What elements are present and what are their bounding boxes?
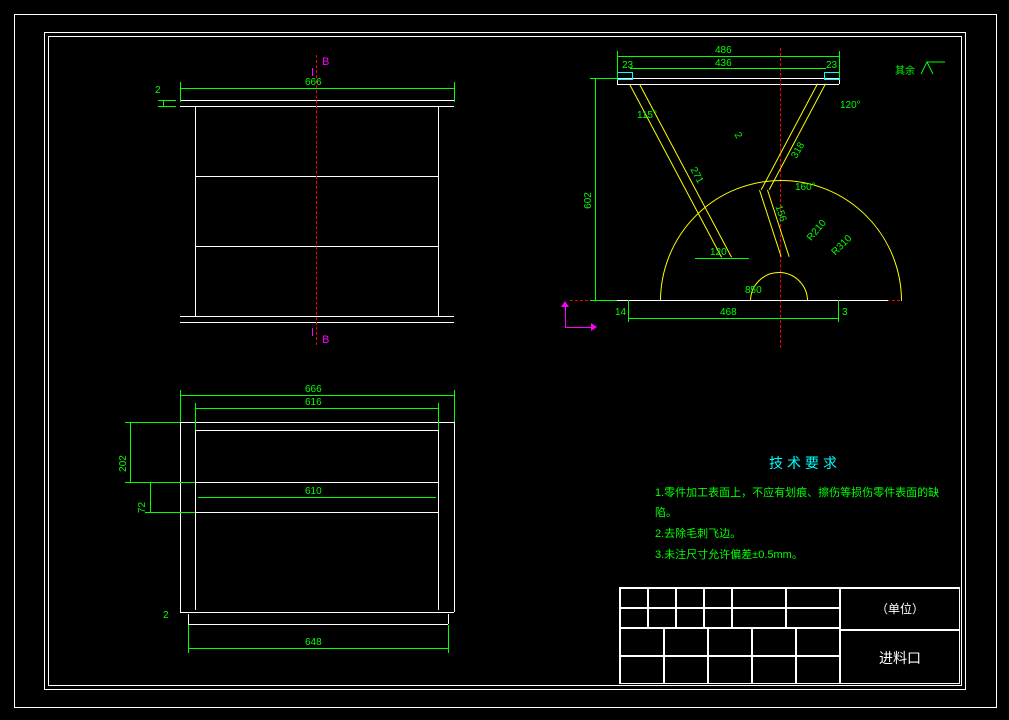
- edge: [180, 422, 454, 423]
- edge: [195, 106, 196, 316]
- dim-line: [628, 318, 838, 319]
- surface-finish-symbol: 其余: [895, 60, 951, 80]
- dim-ext: [617, 51, 618, 78]
- dim-ext: [454, 390, 455, 422]
- section-arrow: [312, 68, 313, 76]
- dim-line: [130, 422, 131, 482]
- edge: [180, 316, 454, 317]
- title-block: （单位） 进料口: [620, 588, 960, 684]
- section-mark-bot: B: [322, 334, 329, 346]
- dim-line: [195, 408, 439, 409]
- section-mark-top: B: [322, 56, 329, 68]
- dim-ext: [195, 403, 196, 430]
- dim-23l: 23: [622, 60, 633, 71]
- dim-line: [158, 106, 176, 107]
- edge: [180, 322, 454, 323]
- dim-line: [188, 648, 448, 649]
- dim-120: 120: [710, 247, 727, 258]
- drawing-canvas: 666 2 B B 666 616 610: [0, 0, 1009, 720]
- section-arrow: [312, 328, 313, 336]
- dim-ext: [180, 390, 181, 422]
- edge: [617, 84, 839, 85]
- angle-160: 160°: [795, 182, 816, 193]
- edge: [188, 624, 448, 625]
- dim-468: 468: [720, 307, 737, 318]
- req-1: 1.零件加工表面上，不应有划痕、擦伤等损伤零件表面的缺陷。: [655, 483, 955, 525]
- dim-line: [595, 78, 596, 300]
- dim-648: 648: [305, 637, 322, 648]
- dim-line: [180, 88, 454, 89]
- req-2: 2.去除毛刺飞边。: [655, 524, 955, 545]
- part-name: 进料口: [840, 648, 960, 668]
- dim-ext: [188, 625, 189, 653]
- dim-line: [695, 258, 749, 259]
- dim-ext: [145, 512, 195, 513]
- dim-2b: 2: [163, 610, 169, 621]
- edge: [195, 430, 196, 610]
- dim-line: [198, 497, 436, 498]
- dim-850: 850: [745, 285, 762, 296]
- dim-ext: [438, 403, 439, 430]
- edge: [195, 430, 439, 431]
- dim-436: 436: [715, 58, 732, 69]
- edge: [195, 246, 439, 247]
- edge: [448, 614, 449, 624]
- dim-666b: 666: [305, 384, 322, 395]
- edge: [195, 482, 439, 483]
- tech-title: 技术要求: [655, 450, 955, 477]
- edge: [195, 176, 439, 177]
- dim-486: 486: [715, 45, 732, 56]
- edge: [195, 512, 439, 513]
- dim-ext: [628, 300, 629, 322]
- base-edge: [608, 300, 888, 301]
- unit-label: （单位）: [840, 600, 960, 617]
- dim-610: 610: [305, 486, 322, 497]
- dim-ext: [839, 51, 840, 78]
- dim-line: [180, 395, 454, 396]
- dim-666: 666: [305, 77, 322, 88]
- dim-line: [150, 482, 151, 512]
- dim-23r: 23: [826, 60, 837, 71]
- tech-requirements: 技术要求 1.零件加工表面上，不应有划痕、擦伤等损伤零件表面的缺陷。 2.去除毛…: [655, 450, 955, 566]
- dim-ext: [180, 82, 181, 102]
- angle-120: 120°: [840, 100, 861, 111]
- req-3: 3.未注尺寸允许偏差±0.5mm。: [655, 545, 955, 566]
- edge: [180, 106, 454, 107]
- edge: [454, 422, 455, 612]
- flange-box: [617, 72, 633, 80]
- ucs-icon: [565, 297, 605, 337]
- edge: [188, 614, 189, 624]
- edge: [617, 78, 839, 79]
- dim-ext: [125, 422, 180, 423]
- dim-2: 2: [155, 85, 161, 96]
- edge: [180, 612, 454, 613]
- dim-line: [617, 56, 839, 57]
- flange-box: [824, 72, 840, 80]
- edge: [180, 422, 181, 612]
- edge: [180, 100, 454, 101]
- dim-ext: [454, 82, 455, 102]
- dim-ext: [590, 78, 617, 79]
- surf-label: 其余: [895, 66, 915, 77]
- dim-ext: [125, 482, 195, 483]
- edge: [438, 106, 439, 316]
- dim-616: 616: [305, 397, 322, 408]
- dim-72: 72: [137, 502, 148, 513]
- edge: [438, 430, 439, 610]
- angle-115: 115°: [637, 110, 657, 121]
- dim-14: 14: [615, 307, 626, 318]
- dim-3: 3: [842, 307, 848, 318]
- dim-ext: [448, 625, 449, 653]
- dim-line: [158, 100, 176, 101]
- dim-202: 202: [118, 455, 129, 472]
- centerline-v: [316, 55, 317, 345]
- dim-602: 602: [583, 192, 594, 209]
- dim-ext: [838, 300, 839, 322]
